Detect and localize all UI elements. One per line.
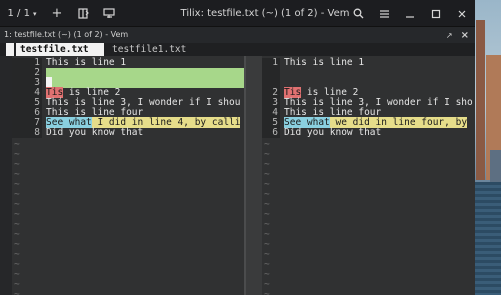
line-text: Did you know that — [46, 128, 244, 138]
tab-testfile[interactable]: testfile.txt — [16, 43, 104, 56]
split-terminal-button[interactable] — [70, 0, 96, 27]
line-text — [46, 68, 244, 78]
fold-column — [0, 56, 12, 295]
session-switcher-button[interactable]: 1 / 1 ▾ — [0, 0, 44, 27]
line-content: Did you know that — [46, 127, 144, 138]
search-button[interactable] — [345, 0, 371, 27]
line-content: This is line 1 — [284, 57, 365, 68]
titlebar: 1 / 1 ▾ + Tilix: testfile.txt (~) (1 of … — [0, 0, 475, 27]
line-text — [284, 68, 475, 78]
editor-line[interactable]: 6 Did you know that — [262, 128, 475, 138]
diff-pane-right[interactable]: 1 This is line 1 2 Tis is line 2 3 This is li… — [262, 56, 475, 295]
editor-line[interactable] — [262, 68, 475, 78]
minimize-button[interactable] — [397, 0, 423, 27]
add-session-button[interactable]: + — [44, 0, 70, 27]
diff-pane-left[interactable]: 1 This is line 123 4 Tis is line 2 5 This is… — [12, 56, 244, 295]
line-number: 8 — [12, 128, 42, 138]
minimize-icon — [406, 15, 414, 18]
line-number: 1 — [262, 58, 280, 68]
tab-marker — [6, 43, 14, 56]
close-terminal-icon[interactable]: × — [461, 30, 469, 41]
line-number — [262, 68, 280, 78]
search-icon — [353, 8, 363, 19]
maximize-button[interactable] — [423, 0, 449, 27]
terminal-title: 1: testfile.txt (~) (1 of 2) - Vem — [4, 30, 129, 39]
line-text: Did you know that — [284, 128, 475, 138]
plus-icon: + — [51, 6, 63, 21]
empty-line-tilde: ~ — [264, 289, 270, 295]
chevron-down-icon: ▾ — [32, 9, 37, 18]
editor-line[interactable]: 1 This is line 1 — [12, 58, 244, 68]
maximize-icon — [431, 9, 441, 18]
background-building — [490, 150, 501, 182]
hamburger-menu-icon — [379, 9, 389, 18]
session-counter: 1 / 1 — [7, 8, 30, 19]
menu-button[interactable] — [371, 0, 397, 27]
line-content: Did you know that — [284, 127, 382, 138]
split-divider[interactable] — [244, 56, 262, 295]
terminal-title-bar: 1: testfile.txt (~) (1 of 2) - Vem ↗ × — [0, 27, 475, 43]
split-icon — [77, 8, 89, 19]
line-content: This is line 1 — [46, 57, 127, 68]
empty-line-tilde: ~ — [14, 289, 20, 295]
background-water — [475, 182, 501, 295]
line-number: 6 — [262, 128, 280, 138]
tab-testfile1[interactable]: testfile1.txt — [108, 43, 190, 56]
vim-tabline: testfile.txt testfile1.txt — [0, 43, 475, 56]
close-icon — [458, 10, 466, 17]
line-text: This is line 1 — [284, 58, 475, 68]
terminal-icon — [103, 8, 115, 18]
split-divider-line — [244, 56, 246, 295]
line-text: This is line 1 — [46, 58, 244, 68]
maximize-terminal-icon[interactable]: ↗ — [446, 31, 453, 40]
background-building — [476, 20, 485, 180]
sync-input-button[interactable] — [96, 0, 122, 27]
close-button[interactable] — [449, 0, 475, 27]
editor-line[interactable]: 8 Did you know that — [12, 128, 244, 138]
tilix-window: 1 / 1 ▾ + Tilix: testfile.txt (~) (1 of … — [0, 0, 475, 295]
editor-line[interactable]: 1 This is line 1 — [262, 58, 475, 68]
